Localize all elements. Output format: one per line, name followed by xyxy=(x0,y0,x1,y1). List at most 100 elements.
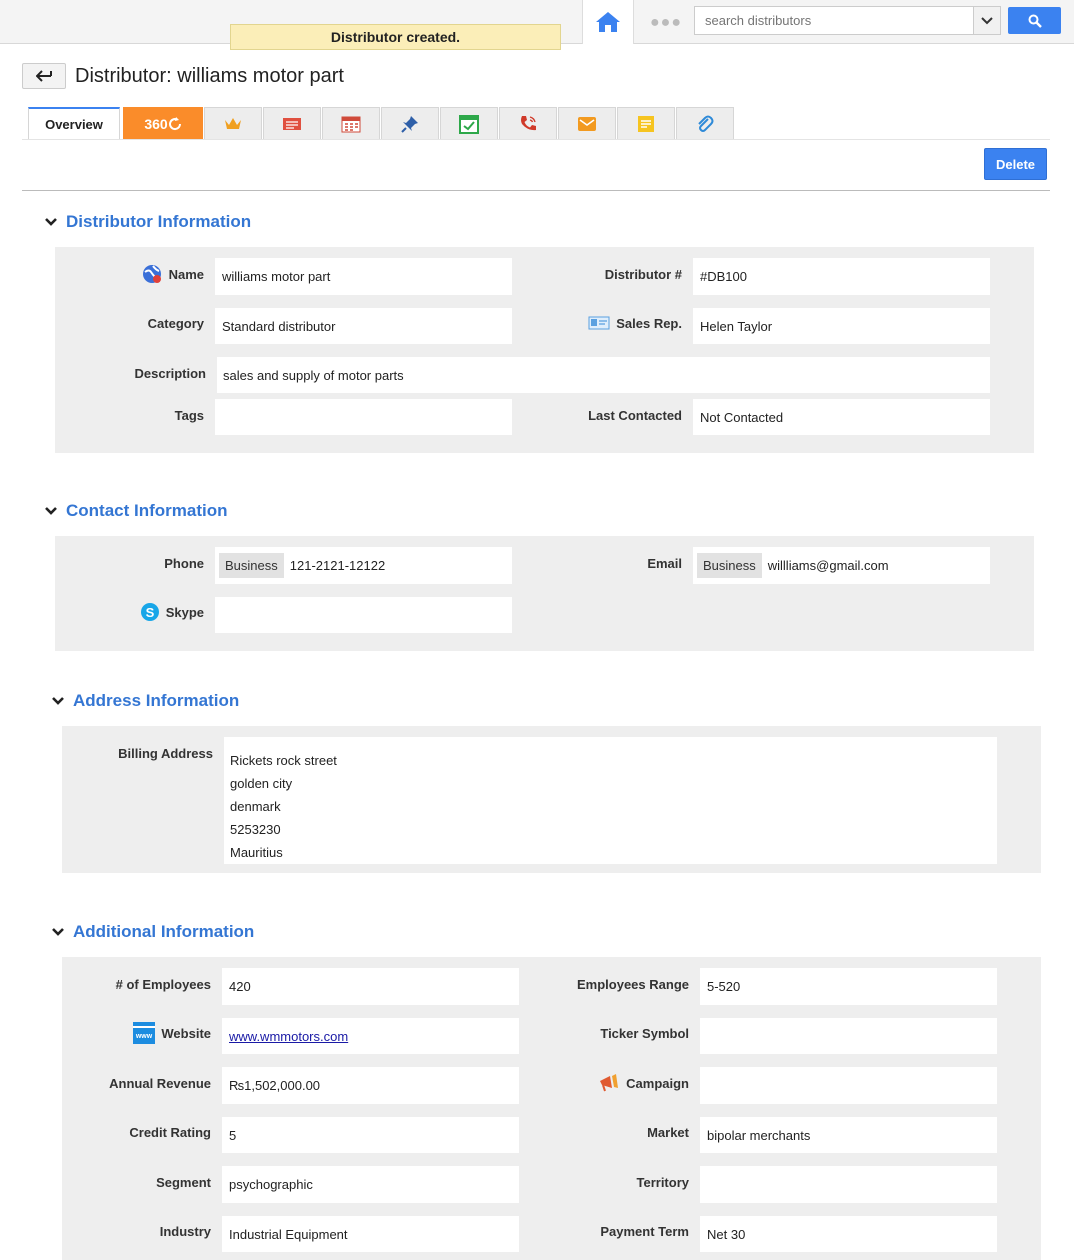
ticker-label: Ticker Symbol xyxy=(600,1025,689,1041)
market-label: Market xyxy=(647,1124,689,1140)
tab-calendar[interactable] xyxy=(322,107,380,140)
more-dots-icon[interactable]: ●●● xyxy=(650,14,682,32)
phone-type-badge[interactable]: Business xyxy=(219,553,284,578)
website-field[interactable]: www.wmmotors.com xyxy=(222,1018,519,1054)
mail-icon xyxy=(578,117,596,131)
calendar-icon xyxy=(341,116,361,133)
tab-notes-pinned[interactable] xyxy=(381,107,439,140)
search-dropdown-button[interactable] xyxy=(974,6,1001,35)
territory-field[interactable] xyxy=(700,1166,997,1203)
campaign-field[interactable] xyxy=(700,1067,997,1104)
market-field[interactable]: bipolar merchants xyxy=(700,1117,997,1153)
email-label: Email xyxy=(647,555,682,571)
employees-range-label: Employees Range xyxy=(577,976,689,992)
payment-term-label: Payment Term xyxy=(600,1223,689,1239)
billing-address-field[interactable]: Rickets rock street golden city denmark … xyxy=(224,737,997,864)
search-icon xyxy=(1028,14,1042,28)
page-title: Distributor: williams motor part xyxy=(75,65,344,87)
payment-term-field[interactable]: Net 30 xyxy=(700,1216,997,1252)
id-card-icon xyxy=(588,316,610,330)
section-title: Additional Information xyxy=(73,922,255,941)
distributor-number-label: Distributor # xyxy=(604,266,682,282)
section-title: Distributor Information xyxy=(66,212,252,231)
tab-divider xyxy=(22,139,1050,140)
email-field[interactable]: Business willliams@gmail.com xyxy=(693,547,990,584)
tags-field[interactable] xyxy=(215,399,512,435)
phone-icon xyxy=(521,116,536,131)
sales-rep-label: Sales Rep. xyxy=(540,308,682,338)
success-notice: Distributor created. xyxy=(230,24,561,50)
document-icon xyxy=(283,118,301,130)
section-address-header[interactable]: Address Information xyxy=(51,691,239,711)
tab-quotes[interactable] xyxy=(263,107,321,140)
search-button[interactable] xyxy=(1008,7,1061,34)
pin-icon xyxy=(401,116,418,133)
tab-overview[interactable]: Overview xyxy=(28,107,120,140)
skype-icon: S xyxy=(140,603,159,621)
website-label: www Website xyxy=(67,1018,211,1048)
refresh-icon xyxy=(168,117,181,131)
address-line: Rickets rock street xyxy=(230,753,337,768)
billing-address-label: Billing Address xyxy=(118,745,213,761)
delete-button[interactable]: Delete xyxy=(984,148,1047,180)
chevron-down-icon xyxy=(51,927,67,937)
category-field[interactable]: Standard distributor xyxy=(215,308,512,344)
description-label: Description xyxy=(134,365,206,381)
tab-emails[interactable] xyxy=(558,107,616,140)
chevron-down-icon xyxy=(44,506,60,516)
tab-calls[interactable] xyxy=(499,107,557,140)
last-contacted-field[interactable]: Not Contacted xyxy=(693,399,990,435)
svg-text:www: www xyxy=(135,1033,153,1040)
phone-value: 121-2121-12122 xyxy=(289,558,386,573)
svg-text:S: S xyxy=(145,605,154,620)
annual-revenue-field[interactable]: ₨1,502,000.00 xyxy=(222,1067,519,1104)
name-label: Name xyxy=(60,259,204,289)
ticker-field[interactable] xyxy=(700,1018,997,1054)
search-input[interactable] xyxy=(694,6,974,35)
address-line: Mauritius xyxy=(230,845,283,860)
crown-icon xyxy=(225,118,241,129)
phone-label: Phone xyxy=(164,555,204,571)
employees-label: # of Employees xyxy=(115,976,211,992)
skype-field[interactable] xyxy=(215,597,512,633)
sales-rep-field[interactable]: Helen Taylor xyxy=(693,308,990,344)
annual-revenue-label: Annual Revenue xyxy=(109,1075,211,1091)
employees-field[interactable]: 420 xyxy=(222,968,519,1005)
last-contacted-label: Last Contacted xyxy=(588,407,682,423)
home-icon xyxy=(596,12,620,32)
tab-opportunities[interactable] xyxy=(204,107,262,140)
section-distributor-header[interactable]: Distributor Information xyxy=(44,212,251,232)
segment-field[interactable]: psychographic xyxy=(222,1166,519,1203)
tab-tasks[interactable] xyxy=(440,107,498,140)
description-field[interactable]: sales and supply of motor parts xyxy=(217,357,990,393)
phone-field[interactable]: Business 121-2121-12122 xyxy=(215,547,512,584)
tab-360[interactable]: 360 xyxy=(123,107,203,140)
website-link[interactable]: www.wmmotors.com xyxy=(229,1029,348,1044)
header-divider xyxy=(22,190,1050,191)
section-additional-header[interactable]: Additional Information xyxy=(51,922,254,942)
tab-bar: Overview 360 xyxy=(28,107,735,140)
campaign-label: Campaign xyxy=(545,1068,689,1098)
industry-field[interactable]: Industrial Equipment xyxy=(222,1216,519,1252)
industry-label: Industry xyxy=(159,1223,211,1239)
category-label: Category xyxy=(147,315,204,331)
distributor-globe-icon xyxy=(142,265,161,283)
employees-range-field[interactable]: 5-520 xyxy=(700,968,997,1005)
section-contact-header[interactable]: Contact Information xyxy=(44,501,228,521)
tab-sticky-notes[interactable] xyxy=(617,107,675,140)
distributor-number-field[interactable]: #DB100 xyxy=(693,258,990,295)
tab-attachments[interactable] xyxy=(676,107,734,140)
home-button[interactable] xyxy=(582,0,634,44)
back-button[interactable] xyxy=(22,63,66,89)
tags-label: Tags xyxy=(174,407,204,423)
address-line: 5253230 xyxy=(230,822,281,837)
name-field[interactable]: williams motor part xyxy=(215,258,512,295)
credit-rating-field[interactable]: 5 xyxy=(222,1117,519,1153)
segment-label: Segment xyxy=(156,1174,211,1190)
credit-rating-label: Credit Rating xyxy=(129,1124,211,1140)
address-line: golden city xyxy=(230,776,293,791)
email-type-badge[interactable]: Business xyxy=(697,553,762,578)
task-check-icon xyxy=(459,115,479,134)
tab-360-label: 360 xyxy=(144,116,168,132)
chevron-down-icon xyxy=(981,16,993,24)
